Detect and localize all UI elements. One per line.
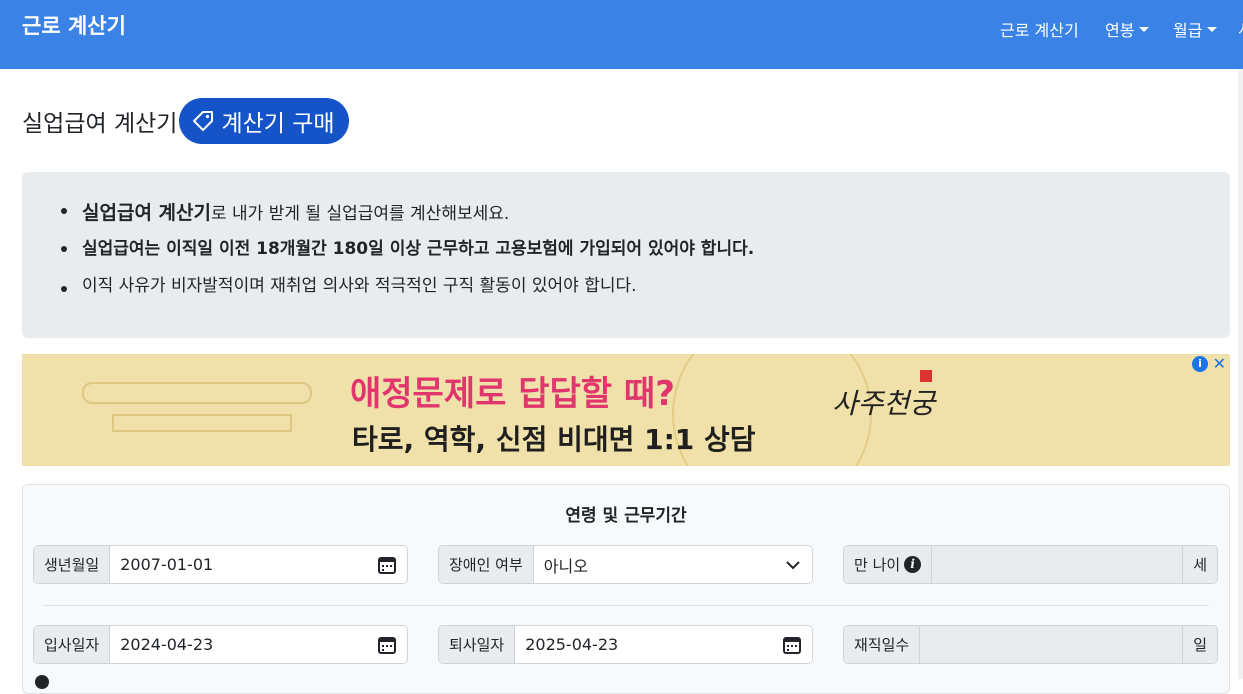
- hire-date-value: 2024-04-23: [120, 635, 214, 654]
- page-header: 실업급여 계산기 계산기 구매: [22, 98, 349, 144]
- nav-item-label: 근로 계산기: [1000, 21, 1079, 40]
- work-days-unit: 일: [1182, 626, 1217, 663]
- ad-decoration: [112, 414, 292, 432]
- info-icon[interactable]: i: [904, 556, 922, 573]
- nav-item-label: 연봉: [1105, 21, 1135, 40]
- info-icon: [35, 675, 49, 689]
- info-box: 실업급여 계산기로 내가 받게 될 실업급여를 계산해보세요. 실업급여는 이직…: [22, 172, 1230, 338]
- calendar-icon[interactable]: [377, 555, 397, 575]
- birth-date-value: 2007-01-01: [120, 555, 214, 574]
- nav-item-monthly-pay[interactable]: 월급: [1173, 17, 1218, 41]
- age-unit: 세: [1182, 546, 1217, 583]
- leave-date-value: 2025-04-23: [525, 635, 619, 654]
- info-item-text: 실업급여는 이직일 이전 18개월간 180일 이상 근무하고 고용보험에 가입…: [82, 239, 755, 259]
- ad-subline: 타로, 역학, 신점 비대면 1:1 상담: [352, 423, 756, 456]
- disability-select[interactable]: 아니오: [534, 546, 812, 583]
- divider: [43, 605, 1209, 606]
- caret-down-icon: [1207, 26, 1218, 32]
- ad-close-icon[interactable]: ✕: [1213, 354, 1226, 373]
- ad-decoration: [82, 382, 312, 404]
- list-item: 실업급여 계산기로 내가 받게 될 실업급여를 계산해보세요.: [60, 198, 754, 236]
- brand-title[interactable]: 근로 계산기: [22, 10, 126, 40]
- age-output: [932, 546, 1183, 583]
- buy-calculator-button[interactable]: 계산기 구매: [179, 98, 349, 144]
- list-item: 이직 사유가 비자발적이며 재취업 의사와 적극적인 구직 활동이 있어야 합니…: [60, 276, 754, 296]
- leave-date-input[interactable]: 2025-04-23: [515, 626, 812, 663]
- tag-icon: [193, 111, 214, 131]
- disability-label: 장애인 여부: [439, 546, 534, 583]
- disability-value: 아니오: [543, 556, 588, 576]
- nav-item-clipped[interactable]: 시: [1238, 16, 1243, 40]
- leave-date-label: 퇴사일자: [439, 626, 516, 663]
- hire-date-label: 입사일자: [34, 626, 111, 663]
- section-title: 연령 및 근무기간: [565, 506, 687, 526]
- ad-banner[interactable]: 애정문제로 답답할 때? 타로, 역학, 신점 비대면 1:1 상담 사주천궁 …: [22, 354, 1230, 466]
- caret-down-icon: [1139, 26, 1150, 32]
- top-navbar: 근로 계산기 근로 계산기 연봉 월급 시: [0, 0, 1243, 69]
- calendar-icon[interactable]: [377, 635, 397, 655]
- nav-item-labor-calculator[interactable]: 근로 계산기: [1000, 17, 1079, 41]
- nav-item-salary[interactable]: 연봉: [1105, 17, 1150, 41]
- age-group: 만 나이 i 세: [843, 545, 1218, 584]
- ad-seal: [920, 370, 932, 382]
- list-item: 실업급여는 이직일 이전 18개월간 180일 이상 근무하고 고용보험에 가입…: [60, 236, 755, 276]
- buy-calculator-label: 계산기 구매: [221, 111, 335, 137]
- ad-headline: 애정문제로 답답할 때?: [350, 374, 675, 414]
- age-label-text: 만 나이: [854, 556, 901, 574]
- birth-date-group: 생년월일 2007-01-01: [33, 545, 408, 584]
- work-days-group: 재직일수 일: [843, 625, 1218, 664]
- info-list: 실업급여 계산기로 내가 받게 될 실업급여를 계산해보세요. 실업급여는 이직…: [60, 198, 755, 296]
- hire-date-input[interactable]: 2024-04-23: [110, 626, 407, 663]
- birth-date-label: 생년월일: [34, 546, 111, 583]
- info-item-bold: 실업급여 계산기: [82, 202, 211, 224]
- nav-item-label: 월급: [1173, 21, 1203, 40]
- leave-date-group: 퇴사일자 2025-04-23: [438, 625, 813, 664]
- age-work-period-card: 연령 및 근무기간 생년월일 2007-01-01 장애인 여부 아니오 만 나…: [22, 484, 1230, 694]
- ad-info-icon[interactable]: i: [1192, 356, 1208, 372]
- chevron-down-icon: [786, 560, 800, 569]
- page-scrollbar[interactable]: [1238, 69, 1243, 679]
- info-item-text: 이직 사유가 비자발적이며 재취업 의사와 적극적인 구직 활동이 있어야 합니…: [82, 276, 637, 296]
- page-title: 실업급여 계산기: [22, 111, 178, 137]
- work-days-output: [920, 626, 1183, 663]
- info-item-text: 로 내가 받게 될 실업급여를 계산해보세요.: [210, 204, 510, 224]
- ad-logo: 사주천궁: [832, 387, 936, 420]
- calendar-icon[interactable]: [782, 635, 802, 655]
- age-label: 만 나이 i: [844, 546, 933, 583]
- birth-date-input[interactable]: 2007-01-01: [110, 546, 407, 583]
- work-days-label: 재직일수: [844, 626, 921, 663]
- hire-date-group: 입사일자 2024-04-23: [33, 625, 408, 664]
- disability-group: 장애인 여부 아니오: [438, 545, 813, 584]
